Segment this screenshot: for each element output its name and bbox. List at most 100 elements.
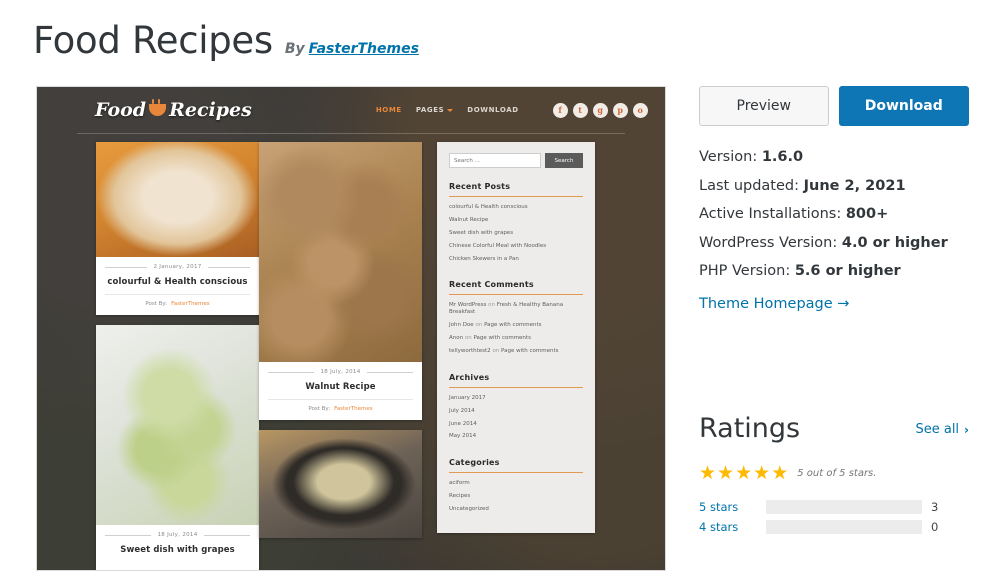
rating-breakdown: 5 stars 3 4 stars 0 [699,497,969,537]
post-card-body: 18 July, 2014 Sweet dish with grapes [96,525,259,570]
instagram-icon: o [632,102,648,118]
see-all-ratings-link[interactable]: See all › [915,422,969,437]
nav-item-download: DOWNLOAD [467,106,519,114]
preview-nav-divider [77,133,625,134]
list-item[interactable]: John Doe on Page with comments [449,322,583,329]
post-title: colourful & Health conscious [107,277,248,287]
sidebar-widget-area: Search Recent Posts colourful & Health c… [437,142,595,533]
star-icon: ★ [771,462,789,484]
rating-bar-row[interactable]: 4 stars 0 [699,517,969,537]
post-image-noodles [259,430,422,538]
post-author: FasterThemes [334,406,373,412]
post-by-label: Post By: [145,301,168,307]
logo-text-recipes: Recipes [169,99,252,121]
list-item[interactable]: Chinese Colorful Meal with Noodles [449,243,583,250]
post-card-body: 18 July, 2014 Walnut Recipe Post By: Fast… [259,362,422,420]
meta-wordpress-version: WordPress Version: 4.0 or higher [699,234,948,251]
post-date: 2 January, 2017 [105,264,250,270]
logo-text-food: Food [95,99,147,121]
list-item[interactable]: aciform [449,480,583,487]
theme-info-panel: Preview Download Version: 1.6.0 Last upd… [699,86,969,312]
list-item[interactable]: July 2014 [449,408,583,415]
preview-site-logo: Food Recipes [95,99,252,121]
theme-screenshot[interactable]: Food Recipes HOME PAGES DOWNLOAD f t g p… [36,86,666,571]
post-date: 18 July, 2014 [105,532,250,538]
theme-detail-page: Food Recipes By FasterThemes Food Recipe… [0,0,1000,571]
post-image-walnut [259,142,422,362]
chevron-right-icon: › [964,422,969,437]
star-icon: ★ [735,462,753,484]
rating-bar-track [766,500,922,514]
meta-active-installations: Active Installations: 800+ [699,206,889,222]
author-link[interactable]: FasterThemes [309,41,419,57]
google-plus-icon: g [592,102,608,118]
action-buttons: Preview Download [699,86,969,126]
sidebar-search: Search [449,153,583,168]
list-item[interactable]: tellyworthtest2 on Page with comments [449,348,583,355]
post-footer: Post By: FasterThemes [268,399,413,412]
list-item[interactable]: Anon on Page with comments [449,335,583,342]
post-card [259,430,422,538]
widget-spacer [449,361,583,373]
star-icon: ★ [699,462,717,484]
nav-item-pages: PAGES [416,106,454,114]
list-item[interactable]: Recipes [449,493,583,500]
post-title: Sweet dish with grapes [120,545,235,555]
preview-button[interactable]: Preview [699,86,829,126]
list-item[interactable]: Chicken Skewers in a Pan [449,256,583,263]
search-button[interactable]: Search [545,153,583,168]
post-title: Walnut Recipe [305,382,376,392]
pinterest-icon: p [612,102,628,118]
preview-social-icons: f t g p o [552,102,648,118]
list-item[interactable]: Mr WordPress on Fresh & Healthy Banana B… [449,302,583,316]
post-card: 18 July, 2014 Walnut Recipe Post By: Fast… [259,142,422,420]
widget-title-recent-posts: Recent Posts [449,182,511,191]
post-card: 18 July, 2014 Sweet dish with grapes [96,325,259,570]
download-button[interactable]: Download [838,86,969,126]
rating-summary-text: 5 out of 5 stars. [797,468,877,479]
rating-bar-label: 4 stars [699,520,739,534]
page-title: Food Recipes [33,19,273,62]
rating-bar-count: 0 [931,520,939,534]
search-input[interactable] [449,153,541,168]
meta-last-updated: Last updated: June 2, 2021 [699,177,906,194]
post-author: FasterThemes [171,301,210,307]
list-item[interactable]: May 2014 [449,433,583,440]
nav-item-home: HOME [375,106,402,114]
preview-sidebar: Search Recent Posts colourful & Health c… [437,142,595,533]
list-item[interactable]: Walnut Recipe [449,217,583,224]
widget-title-categories: Categories [449,458,500,468]
post-card: 2 January, 2017 colourful & Health consc… [96,142,259,315]
ratings-header: Ratings See all › [699,415,969,442]
theme-homepage-link[interactable]: Theme Homepage → [699,296,849,312]
widget-divider [449,294,583,296]
post-date: 18 July, 2014 [268,369,413,375]
post-footer: Post By: FasterThemes [105,294,250,307]
page-header: Food Recipes By FasterThemes [33,22,419,59]
archives-list: January 2017 July 2014 June 2014 May 201… [449,395,583,441]
preview-column-left: 2 January, 2017 colourful & Health consc… [96,142,259,570]
star-icon: ★ [753,462,771,484]
author-by-label: By [284,41,305,57]
list-item[interactable]: January 2017 [449,395,583,402]
meta-version: Version: 1.6.0 [699,149,804,165]
list-item[interactable]: Sweet dish with grapes [449,230,583,237]
bowl-icon [149,99,167,116]
star-icon: ★ [717,462,735,484]
rating-bar-row[interactable]: 5 stars 3 [699,497,969,517]
categories-list: aciform Recipes Uncategorized [449,480,583,513]
widget-divider [449,386,583,388]
rating-bar-count: 3 [931,500,939,514]
rating-bar-track [766,520,922,534]
widget-spacer [449,268,583,280]
list-item[interactable]: June 2014 [449,421,583,428]
chevron-down-icon [447,108,454,112]
widget-title-archives: Archives [449,372,490,382]
widget-spacer [449,446,583,458]
widget-divider [449,472,583,474]
rating-summary: ★ ★ ★ ★ ★ 5 out of 5 stars. [699,464,969,483]
preview-nav-menu: HOME PAGES DOWNLOAD [376,106,519,114]
list-item[interactable]: Uncategorized [449,506,583,513]
list-item[interactable]: colourful & Health conscious [449,204,583,211]
ratings-section: Ratings See all › ★ ★ ★ ★ ★ 5 out of 5 st… [699,415,969,537]
